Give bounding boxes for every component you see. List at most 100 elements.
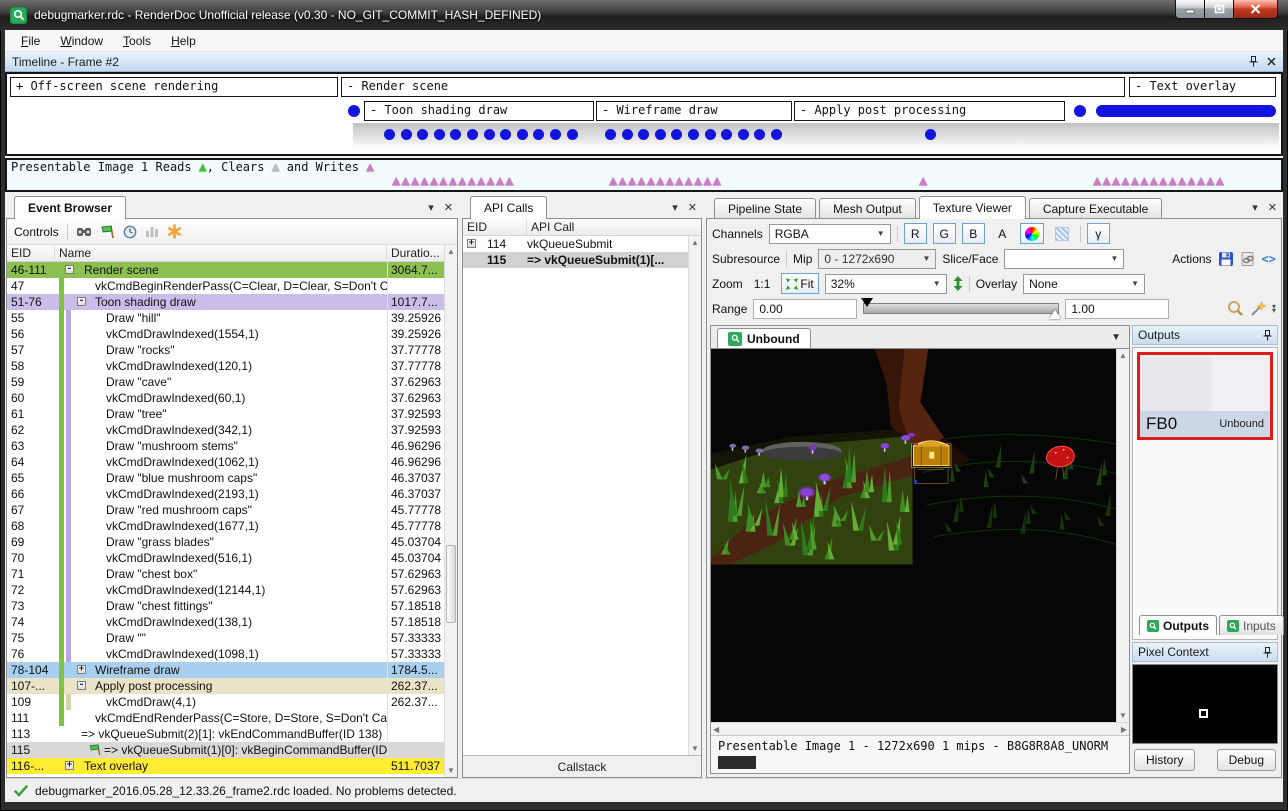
timeline-bar-toon[interactable]: - Toon shading draw (364, 101, 594, 121)
event-row[interactable]: 63Draw "mushroom stems"46.96296 (7, 438, 444, 454)
expand-icon[interactable]: - (77, 297, 86, 306)
pixel-context-view[interactable] (1132, 664, 1278, 744)
event-row[interactable]: 66vkCmdDrawIndexed(2193,1)46.37037 (7, 486, 444, 502)
fb0-thumbnail[interactable]: FB0 Unbound (1137, 352, 1273, 440)
timeline-draw-dot[interactable] (567, 129, 578, 140)
tab-api-calls[interactable]: API Calls (470, 196, 547, 219)
write-triangle-group[interactable]: ▲ (919, 173, 928, 189)
event-row[interactable]: 57Draw "rocks"37.77778 (7, 342, 444, 358)
event-row[interactable]: 47vkCmdBeginRenderPass(C=Clear, D=Clear,… (7, 278, 444, 294)
write-triangle-group[interactable]: ▲▲▲▲▲▲▲▲▲▲▲▲▲ (392, 173, 515, 189)
texture-vertical-scrollbar[interactable]: ▲ ▼ (1116, 349, 1129, 722)
timeline-draw-dot[interactable] (348, 105, 360, 117)
event-row[interactable]: 64vkCmdDrawIndexed(1062,1)46.96296 (7, 454, 444, 470)
link-icon[interactable] (1240, 251, 1256, 267)
event-row[interactable]: 61Draw "tree"37.92593 (7, 406, 444, 422)
timeline-draw-dot[interactable] (771, 129, 782, 140)
tab-event-browser[interactable]: Event Browser (14, 196, 126, 219)
timeline-draw-dot[interactable] (605, 129, 616, 140)
goto-event-flag-icon[interactable] (100, 225, 115, 239)
flip-y-icon[interactable] (953, 276, 963, 291)
range-slider[interactable] (863, 301, 1059, 316)
event-row[interactable]: 115=> vkQueueSubmit(1)[0]: vkBeginComman… (7, 742, 444, 758)
timeline-draw-dot[interactable] (688, 129, 699, 140)
scroll-down-icon[interactable]: ▼ (445, 764, 457, 777)
menu-window[interactable]: Window (50, 32, 113, 50)
range-black-handle[interactable] (861, 298, 873, 307)
timeline-bar-offscreen[interactable]: + Off-screen scene rendering (10, 77, 338, 97)
timeline-draw-dot[interactable] (401, 129, 412, 140)
timeline-draw-dot[interactable] (1074, 105, 1086, 117)
timing-clock-icon[interactable] (123, 225, 137, 239)
zoom-1-1-button[interactable]: 1:1 (749, 273, 776, 294)
event-row[interactable]: 51-76-Toon shading draw1017.7... (7, 294, 444, 310)
timeline-bar-wireframe[interactable]: - Wireframe draw (596, 101, 792, 121)
api-row-selected[interactable]: 115 => vkQueueSubmit(1)[... (463, 252, 688, 268)
scroll-up-icon[interactable]: ▲ (445, 245, 457, 258)
tab-mesh-output[interactable]: Mesh Output (819, 198, 916, 219)
color-wheel-button[interactable] (1020, 223, 1044, 244)
autofit-wand-icon[interactable] (1250, 301, 1266, 317)
event-row[interactable]: 69Draw "grass blades"45.03704 (7, 534, 444, 550)
zoom-select[interactable]: 32%▼ (825, 274, 947, 294)
scroll-up-icon[interactable]: ▲ (689, 236, 701, 249)
alpha-channel-button[interactable]: A (991, 223, 1014, 244)
bookmark-asterisk-icon[interactable] (167, 224, 182, 239)
event-row[interactable]: 60vkCmdDrawIndexed(60,1)37.62963 (7, 390, 444, 406)
chevron-down-icon[interactable]: ▾ (672, 201, 678, 214)
timeline-bar-text-overlay[interactable]: - Text overlay (1129, 77, 1276, 97)
event-row[interactable]: 78-104+Wireframe draw1784.5... (7, 662, 444, 678)
event-row[interactable]: 68vkCmdDrawIndexed(1677,1)45.77778 (7, 518, 444, 534)
event-browser-scrollbar[interactable]: ▲ ▼ (444, 245, 457, 777)
chevron-down-icon[interactable]: ▼ (1111, 332, 1121, 343)
timeline-draw-dot[interactable] (622, 129, 633, 140)
pin-icon[interactable] (1263, 330, 1272, 341)
write-triangle-group[interactable]: ▲▲▲▲▲▲▲▲▲▲▲▲ (609, 173, 722, 189)
event-row[interactable]: 76vkCmdDrawIndexed(1098,1)57.33333 (7, 646, 444, 662)
timeline-draw-dot[interactable] (925, 129, 936, 140)
expand-icon[interactable]: + (77, 665, 86, 674)
event-row[interactable]: 70vkCmdDrawIndexed(516,1)45.03704 (7, 550, 444, 566)
red-channel-button[interactable]: R (904, 223, 927, 244)
event-row[interactable]: 71Draw "chest box"57.62963 (7, 566, 444, 582)
event-row[interactable]: 46-111-Render scene3064.7... (7, 262, 444, 278)
event-row[interactable]: 67Draw "red mushroom caps"45.77778 (7, 502, 444, 518)
event-row[interactable]: 65Draw "blue mushroom caps"46.37037 (7, 470, 444, 486)
tab-capture-executable[interactable]: Capture Executable (1029, 198, 1162, 219)
timeline-draw-dot[interactable] (467, 129, 478, 140)
maximize-button[interactable] (1205, 0, 1233, 19)
timeline-draw-dot[interactable] (550, 129, 561, 140)
expand-icon[interactable]: - (77, 681, 86, 690)
timeline-draw-dot[interactable] (705, 129, 716, 140)
event-row[interactable]: 107-...-Apply post processing262.37... (7, 678, 444, 694)
expand-icon[interactable]: - (65, 265, 74, 274)
timeline-draw-dot[interactable] (738, 129, 749, 140)
channels-select[interactable]: RGBA▼ (769, 224, 891, 244)
api-row[interactable]: +114 vkQueueSubmit (463, 236, 688, 252)
texture-horizontal-scrollbar[interactable]: ◀ ▶ (711, 722, 1129, 735)
event-row[interactable]: 113=> vkQueueSubmit(2)[1]: vkEndCommandB… (7, 726, 444, 742)
timeline-draw-dot[interactable] (655, 129, 666, 140)
find-icon[interactable] (76, 225, 92, 238)
texture-canvas[interactable] (711, 349, 1116, 722)
checker-background-button[interactable] (1050, 223, 1074, 244)
menu-tools[interactable]: Tools (113, 32, 161, 50)
close-icon[interactable]: ✕ (688, 201, 697, 214)
save-icon[interactable] (1218, 251, 1234, 267)
close-button[interactable] (1233, 0, 1278, 19)
event-row[interactable]: 72vkCmdDrawIndexed(12144,1)57.62963 (7, 582, 444, 598)
event-row[interactable]: 116-...+Text overlay511.7037 (7, 758, 444, 774)
more-options-icon[interactable]: ▾▾ (1272, 305, 1276, 313)
timeline-draw-span[interactable] (1096, 105, 1276, 117)
pin-icon[interactable] (1249, 56, 1258, 67)
range-min-input[interactable]: 0.00 (753, 299, 857, 319)
range-white-handle[interactable] (1049, 310, 1061, 319)
overlay-select[interactable]: None▼ (1023, 274, 1145, 294)
scroll-left-icon[interactable]: ◀ (713, 723, 719, 736)
green-channel-button[interactable]: G (933, 223, 956, 244)
range-track[interactable] (863, 303, 1059, 314)
timeline-track[interactable]: + Off-screen scene rendering - Render sc… (5, 72, 1283, 156)
blue-channel-button[interactable]: B (962, 223, 985, 244)
menu-help[interactable]: Help (161, 32, 206, 50)
timeline-bar-render[interactable]: - Render scene (341, 77, 1125, 97)
